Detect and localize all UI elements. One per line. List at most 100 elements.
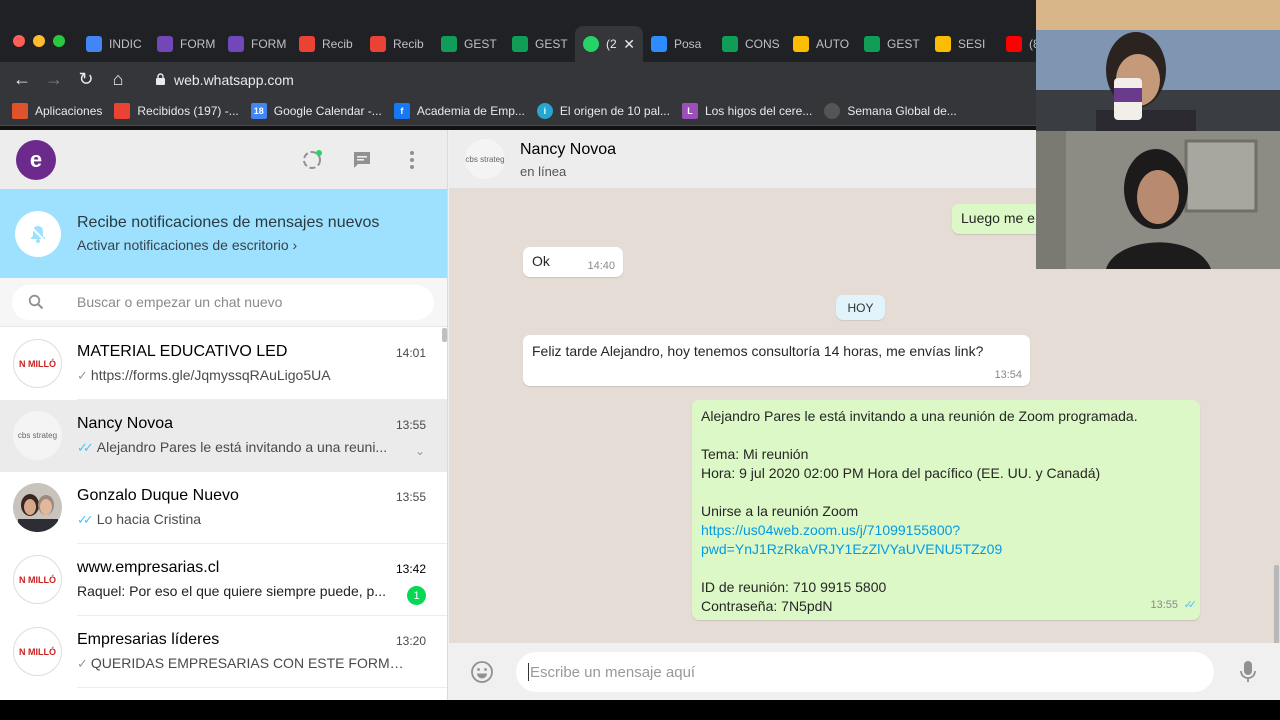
chat-list-item[interactable]: N MILLÓ www.empresarias.cl 13:42 Raquel: Po… bbox=[0, 544, 447, 616]
message-text: Contraseña: 7N5pdN bbox=[701, 598, 833, 614]
notification-banner[interactable]: Recibe notificaciones de mensajes nuevos… bbox=[0, 189, 447, 278]
whatsapp-icon bbox=[583, 36, 599, 52]
home-icon[interactable]: ⌂ bbox=[108, 69, 128, 90]
browser-tab[interactable]: CONS bbox=[714, 26, 785, 62]
forward-icon[interactable]: → bbox=[44, 69, 64, 90]
message-time: 13:55 bbox=[1150, 599, 1178, 611]
url-text: web.whatsapp.com bbox=[174, 72, 294, 88]
my-avatar[interactable]: e bbox=[16, 140, 56, 180]
info-icon: i bbox=[536, 102, 553, 119]
github-icon bbox=[824, 102, 841, 119]
browser-tab[interactable]: (2 ✕ bbox=[575, 26, 643, 62]
chat-name: MATERIAL EDUCATIVO LED bbox=[77, 343, 288, 360]
chat-last-message: ✓✓ Lo hacia Cristina bbox=[77, 511, 407, 528]
chat-last-message: ✓✓ Alejandro Pares le está invitando a un… bbox=[77, 439, 407, 456]
status-icon[interactable] bbox=[301, 149, 323, 171]
back-icon[interactable]: ← bbox=[12, 69, 32, 90]
chevron-down-icon[interactable]: ⌄ bbox=[415, 444, 425, 458]
bookmark-item[interactable]: Recibidos (197) -... bbox=[114, 102, 239, 119]
screen: INDIC FORM FORM Recib Recib GEST GEST (2 ✕ Posa CO… bbox=[0, 0, 1280, 720]
bookmark-label: Google Calendar -... bbox=[273, 103, 382, 118]
message-bubble[interactable]: Feliz tarde Alejandro, hoy tenemos consu… bbox=[523, 335, 1030, 386]
browser-tab[interactable]: GEST bbox=[433, 26, 504, 62]
address-toolbar: ← → ↻ ⌂ web.whatsapp.com bbox=[0, 62, 1036, 96]
menu-icon[interactable] bbox=[401, 149, 423, 171]
divider bbox=[77, 687, 447, 688]
bookmark-item[interactable]: Semana Global de... bbox=[824, 102, 957, 119]
chat-last-message: Raquel: Por eso el que quiere siempre pu… bbox=[77, 583, 407, 599]
text-caret bbox=[528, 663, 529, 681]
close-tab-icon[interactable]: ✕ bbox=[623, 36, 635, 53]
browser-tab[interactable]: GEST bbox=[856, 26, 927, 62]
chat-list-item[interactable]: cbs strateg Nancy Novoa 13:55 ✓✓ Alejandro P… bbox=[0, 400, 447, 472]
chat-list-item[interactable]: N MILLÓ Empresarias líderes 13:20 ✓ QUERIDAS… bbox=[0, 616, 447, 688]
bookmark-item[interactable]: f Academia de Emp... bbox=[393, 102, 525, 119]
zoom-link-continued[interactable]: pwd=YnJ1RzRkaVRJY1EzZlVYaUVENU5TZz09 bbox=[701, 540, 1191, 559]
drive-icon bbox=[935, 36, 951, 52]
zoom-invite-bubble[interactable]: Alejandro Pares le está invitando a una … bbox=[692, 400, 1200, 620]
bookmark-item[interactable]: i El origen de 10 pal... bbox=[536, 102, 670, 119]
reload-icon[interactable]: ↻ bbox=[76, 69, 96, 90]
bookmark-item[interactable]: Aplicaciones bbox=[12, 102, 102, 119]
browser-tab[interactable]: Recib bbox=[362, 26, 433, 62]
search-placeholder: Buscar o empezar un chat nuevo bbox=[77, 294, 283, 310]
browser-tab-label: AUTO bbox=[816, 37, 850, 51]
chat-avatar: N MILLÓ bbox=[13, 555, 62, 604]
chat-last-message-text: Lo hacia Cristina bbox=[96, 511, 202, 527]
browser-tab[interactable]: Recib bbox=[291, 26, 362, 62]
browser-tab[interactable]: FORM bbox=[220, 26, 291, 62]
browser-tab[interactable]: GEST bbox=[504, 26, 575, 62]
chat-avatar: cbs strateg bbox=[13, 411, 62, 460]
chat-list-item[interactable]: Gonzalo Duque Nuevo 13:55 ✓✓ Lo hacia Crist… bbox=[0, 472, 447, 544]
browser-tab-label: FORM bbox=[180, 37, 216, 51]
l-icon: L bbox=[681, 102, 698, 119]
bookmarks-bar: Aplicaciones Recibidos (197) -... 18 Google… bbox=[0, 96, 1036, 126]
new-chat-icon[interactable] bbox=[351, 149, 373, 171]
browser-tab[interactable]: FORM bbox=[149, 26, 220, 62]
bookmark-label: Academia de Emp... bbox=[416, 103, 525, 118]
bookmark-label: Recibidos (197) -... bbox=[137, 103, 239, 118]
zoom-icon bbox=[651, 36, 667, 52]
close-window-button[interactable] bbox=[13, 35, 25, 47]
chat-time: 13:55 bbox=[395, 490, 426, 504]
message-bubble[interactable]: Ok 14:40 bbox=[523, 247, 623, 277]
zoom-link[interactable]: https://us04web.zoom.us/j/71099155800? bbox=[701, 521, 1191, 540]
microphone-icon[interactable] bbox=[1239, 660, 1257, 684]
message-text: Luego me e bbox=[961, 210, 1035, 226]
bookmark-label: Semana Global de... bbox=[847, 103, 957, 118]
chat-name: Gonzalo Duque Nuevo bbox=[77, 487, 239, 504]
chat-avatar: N MILLÓ bbox=[13, 627, 62, 676]
browser-tab[interactable]: INDIC bbox=[78, 26, 149, 62]
message-input[interactable]: Escribe un mensaje aquí bbox=[516, 652, 1214, 692]
messages-scrollbar[interactable] bbox=[1274, 565, 1279, 643]
maximize-window-button[interactable] bbox=[53, 35, 65, 47]
chat-list-item[interactable]: N MILLÓ MATERIAL EDUCATIVO LED 14:01 ✓ https… bbox=[0, 328, 447, 400]
message-time: 14:40 bbox=[587, 260, 615, 272]
enable-notifications-link[interactable]: Activar notificaciones de escritorio › bbox=[77, 237, 297, 253]
bookmark-item[interactable]: 18 Google Calendar -... bbox=[250, 102, 382, 119]
browser-tab-label: FORM bbox=[251, 37, 287, 51]
facebook-icon: f bbox=[393, 102, 410, 119]
chat-name: Empresarias líderes bbox=[77, 631, 220, 648]
bottom-letterbox bbox=[0, 700, 1280, 720]
bookmark-item[interactable]: L Los higos del cere... bbox=[681, 102, 812, 119]
browser-tab[interactable]: SESI bbox=[927, 26, 998, 62]
chat-list-scrollbar[interactable] bbox=[442, 328, 447, 342]
emoji-icon[interactable] bbox=[470, 660, 494, 684]
minimize-window-button[interactable] bbox=[33, 35, 45, 47]
message-input-placeholder: Escribe un mensaje aquí bbox=[530, 663, 696, 681]
browser-tab[interactable]: Posa bbox=[643, 26, 714, 62]
sheets-icon bbox=[864, 36, 880, 52]
contact-name: Nancy Novoa bbox=[520, 141, 617, 158]
browser-tab-label: SESI bbox=[958, 37, 986, 51]
url-field[interactable]: web.whatsapp.com bbox=[148, 67, 1028, 93]
notification-title: Recibe notificaciones de mensajes nuevos bbox=[77, 214, 380, 231]
double-check-icon: ✓✓ bbox=[77, 440, 94, 455]
browser-tab[interactable]: AUTO bbox=[785, 26, 856, 62]
video-feed-participant-2 bbox=[1036, 131, 1280, 269]
contact-avatar[interactable]: cbs strateg bbox=[465, 139, 505, 179]
search-bar: Buscar o empezar un chat nuevo bbox=[0, 278, 447, 327]
lock-icon bbox=[156, 73, 165, 85]
chat-last-message: ✓ QUERIDAS EMPRESARIAS CON ESTE FORMULA..… bbox=[77, 655, 407, 672]
browser-tab-label: Recib bbox=[393, 37, 424, 51]
